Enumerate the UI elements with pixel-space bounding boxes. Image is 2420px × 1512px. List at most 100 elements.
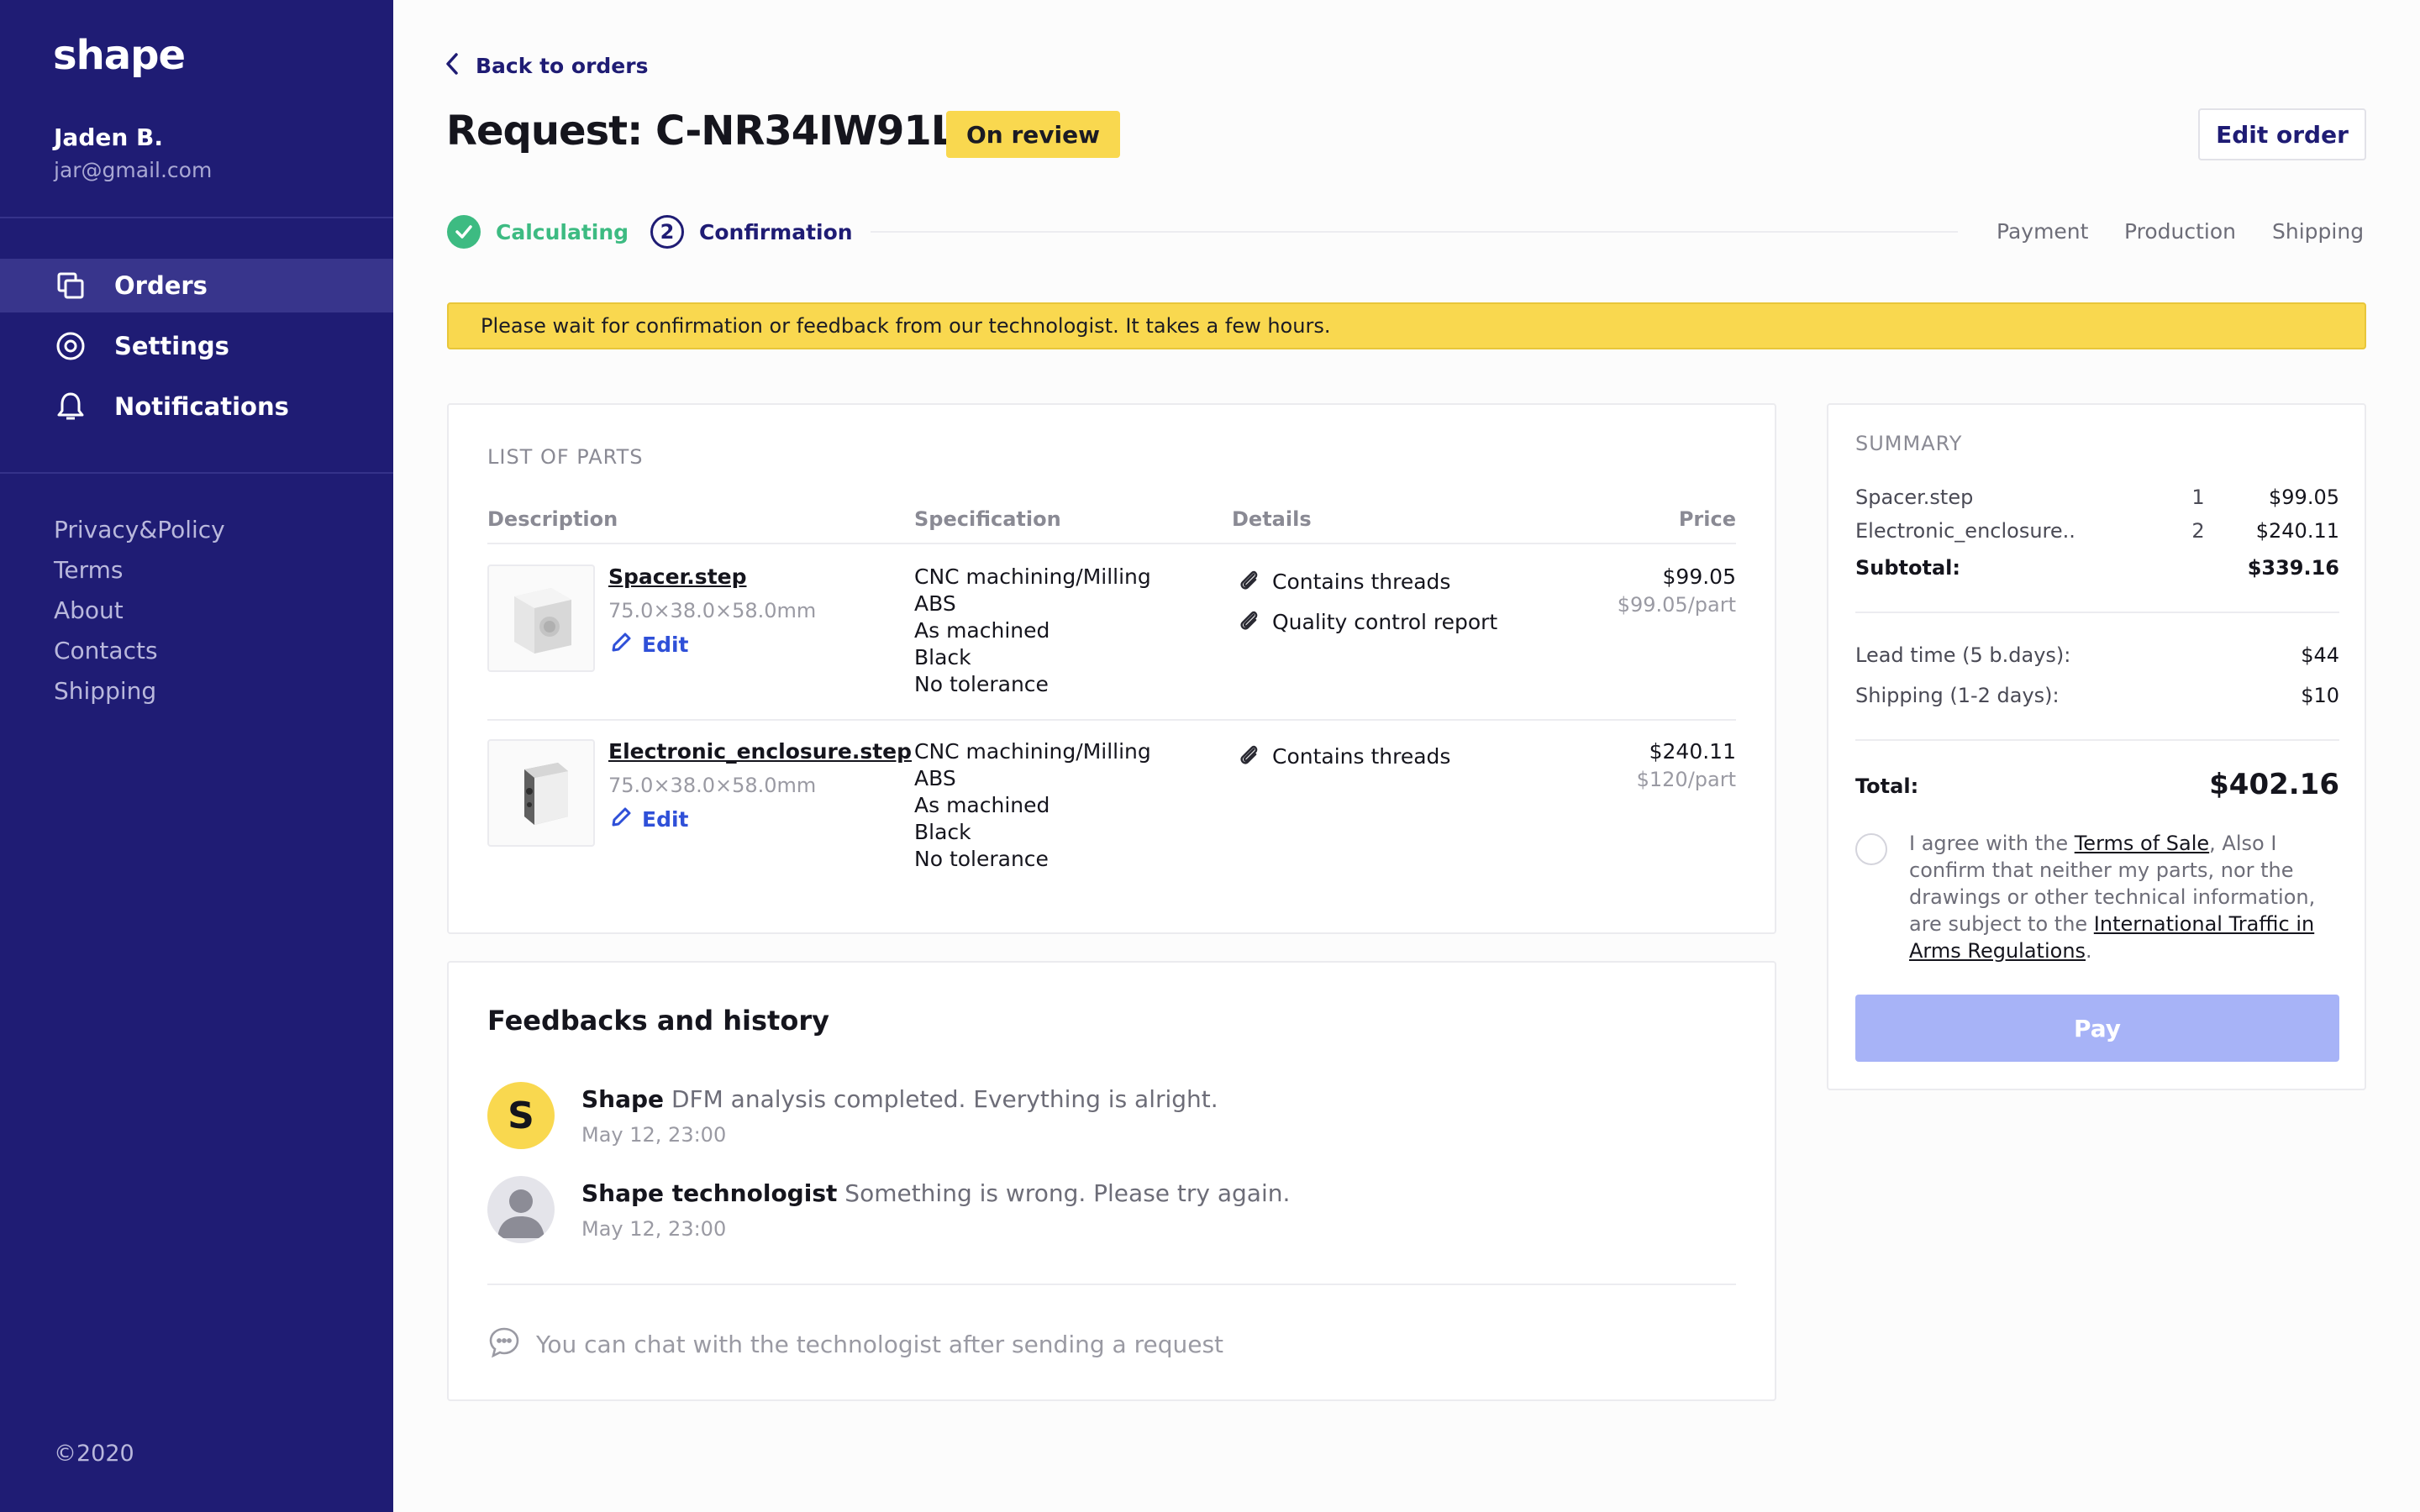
- part-thumbnail[interactable]: [487, 739, 595, 847]
- step-payment: Payment: [1996, 219, 2089, 244]
- spec-material: ABS: [914, 766, 956, 790]
- sidebar: shape Jaden B. jar@gmail.com Orders Sett…: [0, 0, 393, 1512]
- feedback-text: Something is wrong. Please try again.: [844, 1179, 1291, 1207]
- sidebar-divider: [0, 472, 393, 474]
- lead-time-label: Lead time (5 b.days):: [1855, 643, 2071, 667]
- part-price: $99.05: [1662, 564, 1736, 589]
- detail-label: Contains threads: [1272, 743, 1451, 769]
- user-name: Jaden B.: [54, 123, 164, 151]
- feedback-author: Shape: [581, 1085, 665, 1113]
- step-calculating: Calculating: [447, 215, 629, 249]
- column-header-specification: Specification: [914, 507, 1061, 531]
- footer-link-privacy[interactable]: Privacy&Policy: [54, 516, 225, 543]
- bell-icon: [55, 391, 86, 422]
- feedback-message: Shape technologist Something is wrong. P…: [581, 1179, 1290, 1207]
- logo[interactable]: shape: [53, 32, 186, 79]
- footer-link-contacts[interactable]: Contacts: [54, 637, 158, 664]
- spec-color: Black: [914, 645, 971, 669]
- summary-item-name: Spacer.step: [1855, 486, 1974, 509]
- paperclip-icon: [1237, 743, 1260, 769]
- divider: [487, 543, 1736, 544]
- divider: [487, 719, 1736, 721]
- settings-icon: [55, 331, 86, 361]
- spec-finish: As machined: [914, 793, 1050, 817]
- check-icon: [447, 215, 481, 249]
- step-label: Calculating: [496, 219, 629, 244]
- part-dimensions: 75.0×38.0×58.0mm: [608, 774, 817, 797]
- detail-label: Quality control report: [1272, 609, 1498, 634]
- chat-hint: You can chat with the technologist after…: [487, 1326, 1223, 1362]
- step-shipping: Shipping: [2272, 219, 2365, 244]
- spec-material: ABS: [914, 591, 956, 616]
- terms-of-sale-link[interactable]: Terms of Sale: [2075, 832, 2209, 855]
- total-label: Total:: [1855, 774, 1919, 798]
- enclosure-part-image: [524, 763, 568, 825]
- feedback-text: DFM analysis completed. Everything is al…: [671, 1085, 1218, 1113]
- terms-agree-checkbox[interactable]: [1855, 833, 1887, 865]
- footer-link-terms[interactable]: Terms: [54, 556, 123, 584]
- edit-part-button[interactable]: Edit: [610, 632, 689, 657]
- detail-item: Contains threads: [1237, 568, 1450, 595]
- sidebar-item-orders[interactable]: Orders: [0, 259, 393, 312]
- spec-tolerance: No tolerance: [914, 847, 1049, 871]
- chat-bubble-icon: [487, 1326, 521, 1362]
- pencil-icon: [610, 632, 632, 657]
- summary-item-price: $99.05: [2269, 486, 2339, 509]
- part-thumbnail[interactable]: [487, 564, 595, 672]
- sidebar-item-settings[interactable]: Settings: [0, 319, 393, 373]
- summary-item-name: Electronic_enclosure..: [1855, 519, 2075, 543]
- detail-label: Contains threads: [1272, 569, 1451, 594]
- spacer-part-image: [514, 588, 571, 654]
- user-silhouette-icon: [497, 1189, 544, 1238]
- footer-link-shipping[interactable]: Shipping: [54, 677, 156, 705]
- step-production: Production: [2124, 219, 2237, 244]
- part-name-link[interactable]: Electronic_enclosure.step: [608, 739, 912, 764]
- avatar-letter: S: [508, 1094, 534, 1137]
- feedback-message: Shape DFM analysis completed. Everything…: [581, 1085, 1218, 1113]
- edit-label: Edit: [642, 632, 689, 657]
- part-price: $240.11: [1649, 739, 1736, 764]
- column-header-price: Price: [1678, 507, 1736, 531]
- paperclip-icon: [1237, 568, 1260, 595]
- shipping-label: Shipping (1-2 days):: [1855, 684, 2060, 707]
- subtotal-value: $339.16: [2247, 556, 2339, 580]
- copy-icon: [55, 270, 86, 301]
- summary-title: SUMMARY: [1855, 432, 1963, 455]
- paperclip-icon: [1237, 608, 1260, 635]
- shipping-value: $10: [2301, 684, 2339, 707]
- pay-button[interactable]: Pay: [1855, 995, 2339, 1062]
- divider: [1855, 739, 2339, 741]
- part-unit-price: $120/part: [1636, 768, 1736, 791]
- feedback-author: Shape technologist: [581, 1179, 838, 1207]
- sidebar-divider: [0, 217, 393, 218]
- sidebar-item-label: Orders: [114, 271, 208, 300]
- total-value: $402.16: [2209, 768, 2339, 801]
- feedback-time: May 12, 23:00: [581, 1217, 727, 1241]
- step-label: Confirmation: [699, 219, 853, 244]
- edit-order-button[interactable]: Edit order: [2198, 108, 2366, 160]
- copyright: ©2020: [54, 1441, 134, 1467]
- edit-part-button[interactable]: Edit: [610, 806, 689, 832]
- sidebar-item-label: Settings: [114, 332, 229, 360]
- sidebar-item-notifications[interactable]: Notifications: [0, 380, 393, 433]
- chat-hint-text: You can chat with the technologist after…: [536, 1330, 1224, 1358]
- spec-process: CNC machining/Milling: [914, 739, 1151, 764]
- divider: [1855, 612, 2339, 613]
- footer-link-about[interactable]: About: [54, 596, 124, 624]
- detail-item: Quality control report: [1237, 608, 1497, 635]
- step-confirmation: 2 Confirmation: [650, 215, 853, 249]
- chevron-left-icon: [445, 52, 459, 79]
- feedback-title: Feedbacks and history: [487, 1005, 829, 1037]
- spec-process: CNC machining/Milling: [914, 564, 1151, 589]
- part-name-link[interactable]: Spacer.step: [608, 564, 747, 589]
- summary-item-qty: 2: [2191, 519, 2205, 543]
- status-badge: On review: [946, 111, 1120, 158]
- column-header-description: Description: [487, 507, 618, 531]
- page-title: Request: C-NR34IW91LA: [446, 108, 987, 155]
- terms-agree-text: I agree with the Terms of Sale, Also I c…: [1909, 830, 2346, 964]
- back-to-orders-link[interactable]: Back to orders: [445, 52, 648, 79]
- sidebar-item-label: Notifications: [114, 392, 289, 421]
- summary-item-qty: 1: [2191, 486, 2205, 509]
- avatar-technologist: [487, 1176, 555, 1243]
- part-unit-price: $99.05/part: [1617, 593, 1736, 617]
